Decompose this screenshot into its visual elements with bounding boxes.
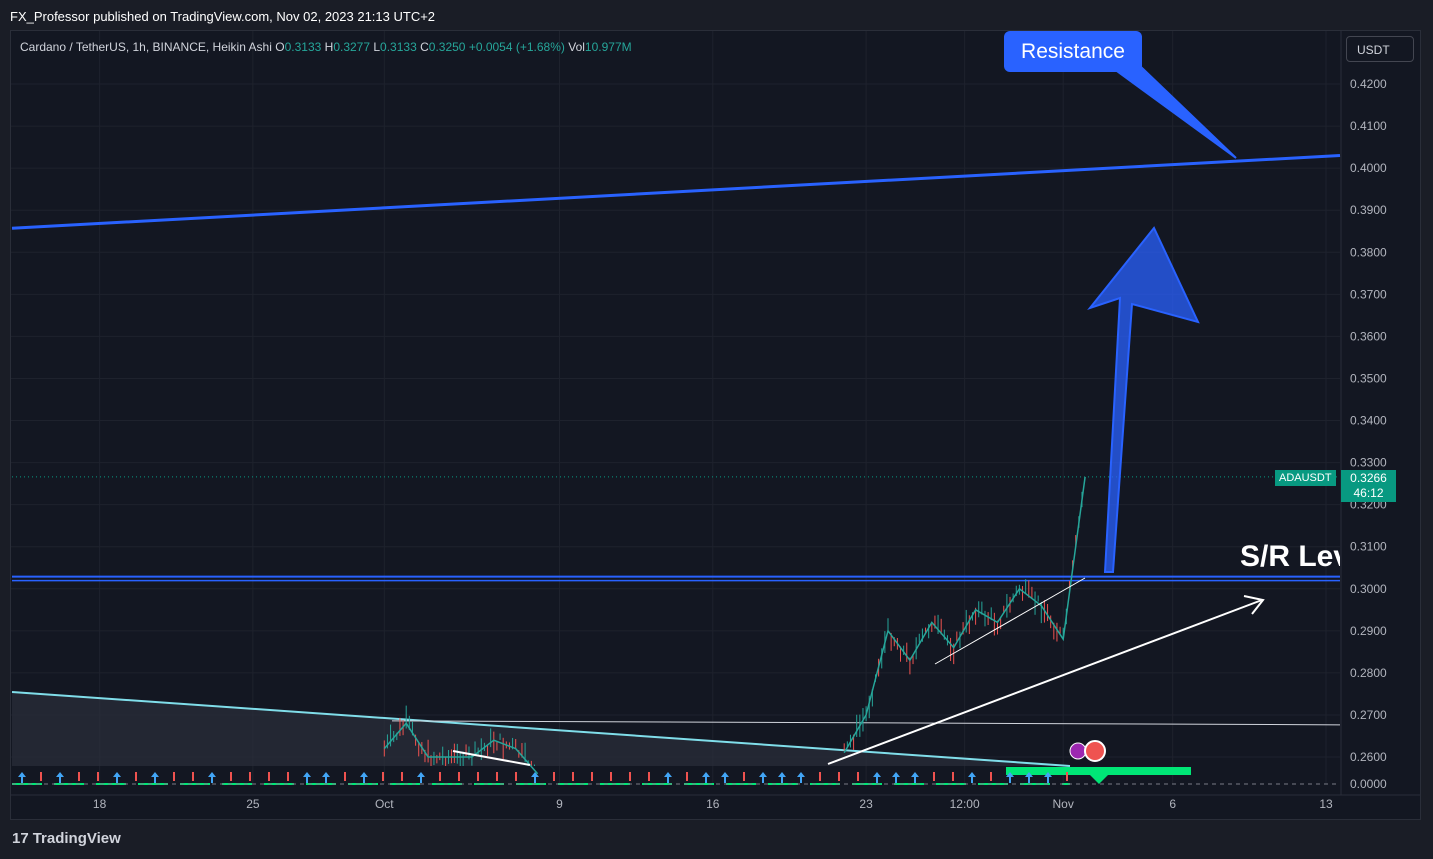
time-axis: 18 25 Oct 9 16 23 12:00 Nov 6 13 (93, 797, 1333, 811)
rising-trendline-small (934, 577, 1086, 665)
price-tick-label: 0.2700 (1350, 708, 1387, 722)
buy-arrow-icon (360, 772, 368, 783)
buy-arrow-icon (113, 772, 121, 783)
high-value: 0.3277 (333, 40, 371, 54)
price-tick-label: 0.3900 (1350, 203, 1387, 217)
buy-arrow-icon (797, 772, 805, 783)
tradingview-logo[interactable]: 17 TradingView (12, 830, 121, 847)
tradingview-logo-icon: 17 (12, 830, 29, 847)
price-tick-label: 0.2600 (1350, 750, 1387, 764)
change-value: +0.0054 (+1.68%) (468, 40, 565, 54)
time-tick-label: Oct (375, 797, 394, 811)
green-zone (1006, 767, 1191, 775)
buy-arrow-icon (968, 772, 976, 783)
current-price-tag: 0.3266 46:12 (1341, 470, 1396, 502)
bar-countdown: 46:12 (1353, 486, 1384, 500)
price-tick-label: 0.3500 (1350, 371, 1387, 385)
buy-arrow-icon (208, 772, 216, 783)
green-zone-pointer (1090, 775, 1108, 784)
price-tick-label: 0.4100 (1350, 119, 1387, 133)
price-tick-label: 0.0000 (1350, 777, 1387, 791)
symbol-title: Cardano / TetherUS, 1h, BINANCE, Heikin … (20, 40, 272, 54)
time-tick-label: Nov (1053, 797, 1074, 811)
chart-grid (11, 31, 1340, 784)
time-tick-label: 9 (556, 797, 563, 811)
buy-arrow-icon (322, 772, 330, 783)
buy-arrow-icon (151, 772, 159, 783)
price-tick-label: 0.3400 (1350, 414, 1387, 428)
resistance-callout: Resistance (1004, 31, 1142, 72)
time-tick-label: 13 (1319, 797, 1333, 811)
buy-arrow-icon (721, 772, 729, 783)
price-tick-label: 0.3800 (1350, 245, 1387, 259)
buy-arrow-icon (303, 772, 311, 783)
buy-arrow-icon (759, 772, 767, 783)
buy-arrow-icon (18, 772, 26, 783)
currency-selector[interactable]: USDT (1346, 36, 1414, 62)
buy-arrow-icon (892, 772, 900, 783)
price-tick-label: 0.3600 (1350, 329, 1387, 343)
price-tick-label: 0.3000 (1350, 582, 1387, 596)
us-flag-icon (1084, 740, 1106, 762)
event-icon (1069, 742, 1087, 760)
resistance-line (11, 154, 1341, 230)
buy-arrow-icon (911, 772, 919, 783)
open-label: O (275, 40, 285, 54)
buy-arrow-icon (664, 772, 672, 783)
sr-level-label: S/R Level (1240, 540, 1340, 573)
low-value: 0.3133 (380, 40, 417, 54)
price-axis: 0.4200 0.4100 0.4000 0.3900 0.3800 0.3700 0.36… (1350, 77, 1387, 791)
time-tick-label: 16 (706, 797, 720, 811)
price-tick-label: 0.4000 (1350, 161, 1387, 175)
current-price-value: 0.3266 (1350, 471, 1387, 485)
price-tick-label: 0.3300 (1350, 456, 1387, 470)
price-chart[interactable]: 0.4200 0.4100 0.4000 0.3900 0.3800 0.3700 0.36… (0, 0, 1433, 859)
signal-markers (12, 772, 1070, 785)
buy-arrow-icon (531, 772, 539, 783)
rising-arrow-line (827, 599, 1263, 765)
time-tick-label: 25 (246, 797, 260, 811)
symbol-legend: Cardano / TetherUS, 1h, BINANCE, Heikin … (20, 40, 632, 54)
buy-arrow-icon (56, 772, 64, 783)
time-tick-label: 18 (93, 797, 107, 811)
price-tick-label: 0.3100 (1350, 540, 1387, 554)
time-tick-label: 6 (1169, 797, 1176, 811)
price-tick-label: 0.2900 (1350, 624, 1387, 638)
buy-arrow-icon (417, 772, 425, 783)
time-tick-label: 12:00 (950, 797, 980, 811)
close-value: 0.3250 (428, 40, 466, 54)
price-tick-label: 0.3700 (1350, 287, 1387, 301)
time-tick-label: 23 (859, 797, 873, 811)
big-up-arrow (1087, 226, 1200, 573)
tradingview-brand: TradingView (32, 830, 121, 847)
high-label: H (324, 40, 334, 54)
buy-arrow-icon (702, 772, 710, 783)
open-value: 0.3133 (284, 40, 322, 54)
price-tick-label: 0.4200 (1350, 77, 1387, 91)
symbol-price-tag: ADAUSDT (1275, 470, 1336, 486)
volume-label: Vol (568, 40, 585, 54)
buy-arrow-icon (873, 772, 881, 783)
buy-arrow-icon (778, 772, 786, 783)
price-tick-label: 0.2800 (1350, 666, 1387, 680)
volume-value: 10.977M (584, 40, 632, 54)
close-label: C (420, 40, 429, 54)
